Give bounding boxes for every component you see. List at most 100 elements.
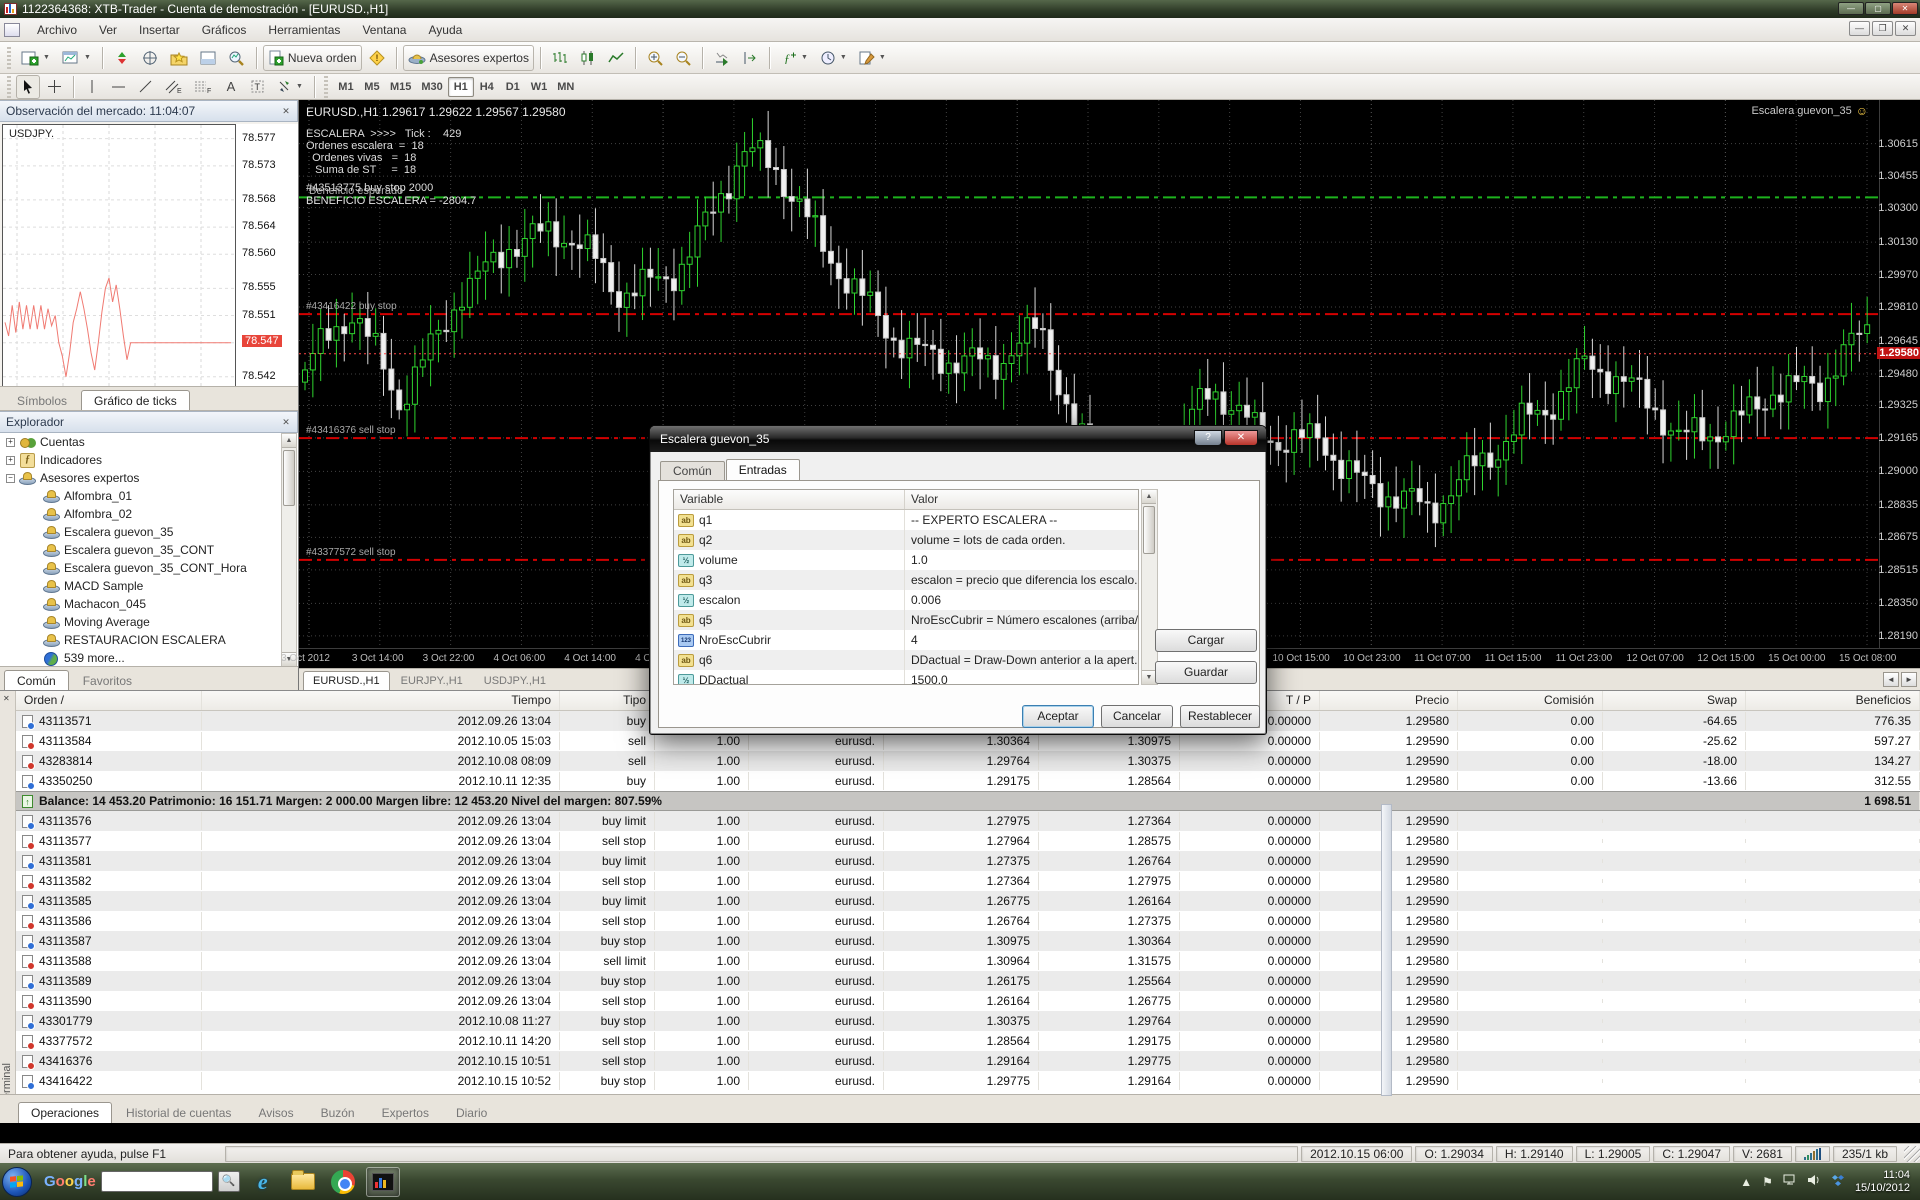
accept-button[interactable]: Aceptar [1022,705,1094,728]
timeframe-button[interactable]: H1 [448,77,474,97]
orders-column-header[interactable]: Beneficios [1746,691,1920,710]
menu-item[interactable]: Ventana [351,19,417,41]
crosshair-tool[interactable] [42,75,67,99]
timeframe-button[interactable]: W1 [526,77,553,97]
orders-column-header[interactable]: Tipo [560,691,655,710]
chart-minimize-button[interactable]: — [1849,21,1870,36]
chart-tab[interactable]: USDJPY.,H1 [474,671,556,690]
chart-restore-button[interactable]: ❐ [1872,21,1893,36]
navigator-tree-item[interactable]: Indicadores [0,451,281,469]
close-icon[interactable]: ✕ [279,104,293,118]
chart-tab-scroll-left[interactable]: ◄ [1883,672,1899,687]
close-button[interactable]: ✕ [1892,2,1918,15]
cursor-tool[interactable] [16,75,40,99]
bar-chart-button[interactable] [547,46,573,70]
menu-item[interactable]: Ver [88,19,128,41]
navigator-tab[interactable]: Común [4,670,69,690]
parameter-row[interactable]: q3 escalon = precio que diferencia los e… [674,570,1138,590]
parameter-row[interactable]: q6 DDactual = Draw-Down anterior a la ap… [674,650,1138,670]
navigator-scrollbar[interactable]: ▲ ▼ [281,433,297,667]
menu-item[interactable]: Herramientas [257,19,351,41]
fibonacci-tool[interactable]: F [189,75,217,99]
parameter-row[interactable]: DDactual 1500.0 [674,670,1138,685]
network-icon[interactable] [1783,1174,1797,1189]
navigator-tree-item[interactable]: Moving Average [0,613,281,631]
text-label-tool[interactable]: T [245,75,270,99]
folder-icon[interactable] [286,1167,320,1197]
pending-order-row[interactable]: 43113587 2012.09.26 13:04buy stop 1.00eu… [16,931,1920,951]
pending-order-row[interactable]: 43113581 2012.09.26 13:04buy limit 1.00e… [16,851,1920,871]
orders-column-header[interactable]: Orden / [16,691,202,710]
pending-order-row[interactable]: 43113588 2012.09.26 13:04sell limit 1.00… [16,951,1920,971]
parameter-value[interactable]: 1500.0 [905,673,1138,685]
order-row[interactable]: 43283814 2012.10.08 08:09sell 1.00eurusd… [16,751,1920,771]
timeframe-button[interactable]: M1 [333,77,359,97]
timeframe-button[interactable]: D1 [500,77,526,97]
terminal-tab[interactable]: Buzón [308,1102,368,1123]
navigator-tree-item[interactable]: Escalera guevon_35_CONT [0,541,281,559]
maximize-button[interactable]: ▢ [1865,2,1891,15]
zoom-in-button[interactable] [642,46,668,70]
strategy-tester-button[interactable] [223,46,250,70]
timeframe-button[interactable]: M30 [416,77,447,97]
chart-tab[interactable]: EURUSD.,H1 [303,671,390,690]
search-icon[interactable]: 🔍 [218,1171,240,1192]
pending-order-row[interactable]: 43416422 2012.10.15 10:52buy stop 1.00eu… [16,1071,1920,1091]
profiles-button[interactable]: ▼ [57,46,96,70]
templates-button[interactable]: ▼ [854,46,891,70]
navigator-tree-item[interactable]: MACD Sample [0,577,281,595]
tree-expander-icon[interactable] [6,438,15,447]
new-order-button[interactable]: Nueva orden [263,45,362,71]
pending-order-row[interactable]: 43301779 2012.10.08 11:27buy stop 1.00eu… [16,1011,1920,1031]
toolbar-grip[interactable] [324,76,328,98]
pending-order-row[interactable]: 43113586 2012.09.26 13:04sell stop 1.00e… [16,911,1920,931]
horizontal-line-tool[interactable] [106,75,131,99]
chart-price-scale[interactable]: 1.306151.304551.303001.301301.299701.298… [1879,100,1920,648]
navigator-tree-item[interactable]: Alfombra_02 [0,505,281,523]
candlestick-chart-button[interactable] [575,46,601,70]
pending-order-row[interactable]: 43416376 2012.10.15 10:51sell stop 1.00e… [16,1051,1920,1071]
periods-button[interactable]: ▼ [815,46,852,70]
chart-shift-button[interactable] [737,46,763,70]
dialog-tab[interactable]: Entradas [726,459,800,481]
parameter-row[interactable]: q5 NroEscCubrir = Número escalones (arri… [674,610,1138,630]
dialog-title-bar[interactable]: Escalera guevon_35 ? ✕ [650,426,1266,452]
orders-column-header[interactable]: Swap [1603,691,1746,710]
terminal-tab[interactable]: Expertos [369,1102,442,1123]
navigator-tree-item[interactable]: Escalera guevon_35_CONT_Hora [0,559,281,577]
parameter-value[interactable]: DDactual = Draw-Down anterior a la apert… [905,653,1138,667]
order-row[interactable]: 43350250 2012.10.11 12:35buy 1.00eurusd.… [16,771,1920,791]
terminal-close-button[interactable]: ✕ [3,694,10,703]
expert-advisors-button[interactable]: Asesores expertos [403,45,534,71]
parameter-value[interactable]: NroEscCubrir = Número escalones (arriba/… [905,613,1138,627]
reset-button[interactable]: Restablecer [1180,705,1260,728]
data-window-button[interactable] [137,46,163,70]
volume-icon[interactable] [1807,1174,1821,1189]
navigator-tree-item[interactable]: Machacon_045 [0,595,281,613]
parameters-scrollbar[interactable]: ▲ ▼ [1141,489,1158,685]
arrows-tool[interactable]: ▼ [272,75,308,99]
new-chart-button[interactable]: ▼ [16,46,55,70]
market-watch-tab[interactable]: Gráfico de ticks [81,390,190,410]
menu-item[interactable]: Gráficos [191,19,258,41]
pending-order-row[interactable]: 43113589 2012.09.26 13:04buy stop 1.00eu… [16,971,1920,991]
minimize-button[interactable]: — [1838,2,1864,15]
chart-tab-scroll-right[interactable]: ► [1901,672,1917,687]
pending-order-row[interactable]: 43113585 2012.09.26 13:04buy limit 1.00e… [16,891,1920,911]
save-button[interactable]: Guardar [1155,661,1257,684]
trendline-tool[interactable] [133,75,158,99]
orders-column-header[interactable]: Comisión [1458,691,1603,710]
close-icon[interactable]: ✕ [279,415,293,429]
dropbox-icon[interactable] [1831,1174,1845,1190]
line-chart-button[interactable] [603,46,629,70]
navigator-button[interactable] [165,46,193,70]
internet-explorer-icon[interactable]: e [246,1167,280,1197]
market-watch-tab[interactable]: Símbolos [4,390,80,410]
timeframe-button[interactable]: M15 [385,77,416,97]
load-button[interactable]: Cargar [1155,629,1257,652]
tick-chart[interactable]: USDJPY. [2,124,236,388]
market-watch-button[interactable] [109,46,135,70]
cancel-button[interactable]: Cancelar [1101,705,1173,728]
navigator-tree-item[interactable]: RESTAURACION ESCALERA [0,631,281,649]
menu-item[interactable]: Archivo [26,19,88,41]
